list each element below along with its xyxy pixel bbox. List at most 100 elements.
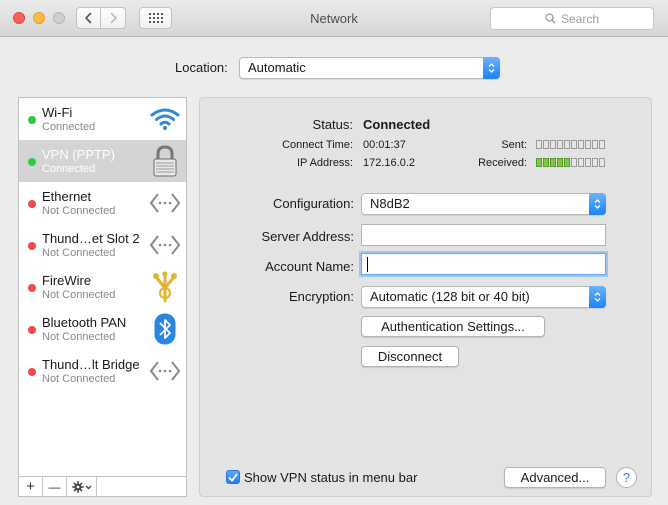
location-popup[interactable]: Automatic [239,57,500,79]
meter-segment [564,158,570,167]
service-status: Not Connected [42,247,116,259]
configuration-label: Configuration: [273,196,354,211]
server-address-field[interactable] [361,224,606,246]
meter-segment [557,158,563,167]
status-dot [28,116,36,124]
status-dot [28,158,36,166]
received-meter [536,158,605,167]
service-name: Wi-Fi [42,105,73,120]
remove-service-button[interactable]: — [43,477,67,496]
service-status: Not Connected [42,205,116,217]
meter-segment [585,140,591,149]
title-bar: Network Search [0,0,668,37]
ethernet-arrows-icon [148,186,182,220]
location-label: Location: [175,60,228,75]
server-address-label: Server Address: [261,229,355,244]
encryption-label: Encryption: [288,289,354,304]
service-name: FireWire [42,273,92,288]
service-status: Not Connected [42,289,116,301]
action-menu-button[interactable] [67,477,97,496]
search-field[interactable]: Search [490,7,654,30]
location-value: Automatic [248,60,306,75]
firewire-icon [148,270,182,304]
status-dot [28,242,36,250]
status-value: Connected [363,117,431,132]
popup-arrows-icon [483,57,500,79]
status-dot [28,200,36,208]
meter-segment [571,140,577,149]
ethernet-arrows-icon [148,354,182,388]
service-status: Connected [42,121,96,133]
ethernet-arrows-icon [148,228,182,262]
status-dot [28,326,36,334]
service-item-firewire[interactable]: FireWire Not Connected [19,266,186,308]
meter-segment [536,158,542,167]
service-list-toolbar: + — [19,476,186,496]
wifi-icon [148,102,182,136]
received-label: Received: [478,157,527,169]
service-item-thunderbolt-ethernet[interactable]: Thund…et Slot 2 Not Connected [19,224,186,266]
service-name: Bluetooth PAN [42,315,127,330]
show-vpn-status-checkbox[interactable] [226,470,240,484]
service-status: Not Connected [42,331,116,343]
meter-segment [543,140,549,149]
configuration-value: N8dB2 [370,196,410,211]
show-vpn-status-label[interactable]: Show VPN status in menu bar [244,470,417,485]
disconnect-button[interactable]: Disconnect [361,346,459,367]
meter-segment [592,158,598,167]
meter-segment [550,158,556,167]
service-status: Connected [42,163,96,175]
gear-icon [71,480,91,493]
service-name: Thund…et Slot 2 [42,231,140,246]
meter-segment [585,158,591,167]
text-caret [367,257,368,272]
meter-segment [592,140,598,149]
service-name: Ethernet [42,189,92,204]
meter-segment [599,140,605,149]
meter-segment [550,140,556,149]
service-item-vpn[interactable]: VPN (PPTP) Connected [19,140,186,182]
meter-segment [543,158,549,167]
service-item-thunderbolt-bridge[interactable]: Thund…lt Bridge Not Connected [19,350,186,392]
search-icon [545,13,556,24]
add-service-button[interactable]: + [19,477,43,496]
service-item-ethernet[interactable]: Ethernet Not Connected [19,182,186,224]
configuration-popup[interactable]: N8dB2 [361,193,606,215]
bluetooth-icon [148,312,182,346]
popup-arrows-icon [589,193,606,215]
sent-label: Sent: [501,139,527,151]
encryption-popup[interactable]: Automatic (128 bit or 40 bit) [361,286,606,308]
service-item-wifi[interactable]: Wi-Fi Connected [19,98,186,140]
encryption-value: Automatic (128 bit or 40 bit) [370,289,530,304]
help-button[interactable]: ? [616,467,637,488]
service-list[interactable]: Wi-Fi Connected VPN (PPTP) Connected Eth… [18,97,187,497]
service-item-bluetooth-pan[interactable]: Bluetooth PAN Not Connected [19,308,186,350]
popup-arrows-icon [589,286,606,308]
meter-segment [564,140,570,149]
service-name: Thund…lt Bridge [42,357,140,372]
meter-segment [578,140,584,149]
status-dot [28,368,36,376]
authentication-settings-button[interactable]: Authentication Settings... [361,316,545,337]
status-dot [28,284,36,292]
advanced-button[interactable]: Advanced... [504,467,606,488]
search-placeholder: Search [560,11,600,26]
meter-segment [599,158,605,167]
connect-time-value: 00:01:37 [363,139,406,151]
status-label: Status: [312,117,353,132]
meter-segment [557,140,563,149]
service-status: Not Connected [42,373,116,385]
ip-address-label: IP Address: [296,157,353,169]
meter-segment [578,158,584,167]
meter-segment [571,158,577,167]
account-name-label: Account Name: [265,259,354,274]
checkmark-icon [228,472,238,482]
ip-address-value: 172.16.0.2 [363,157,415,169]
connect-time-label: Connect Time: [282,139,353,151]
lock-icon [148,144,182,178]
service-name: VPN (PPTP) [42,147,115,162]
vpn-detail-panel: Status: Connected Connect Time: 00:01:37… [199,97,652,497]
sent-meter [536,140,605,149]
meter-segment [536,140,542,149]
account-name-field[interactable] [361,253,606,275]
